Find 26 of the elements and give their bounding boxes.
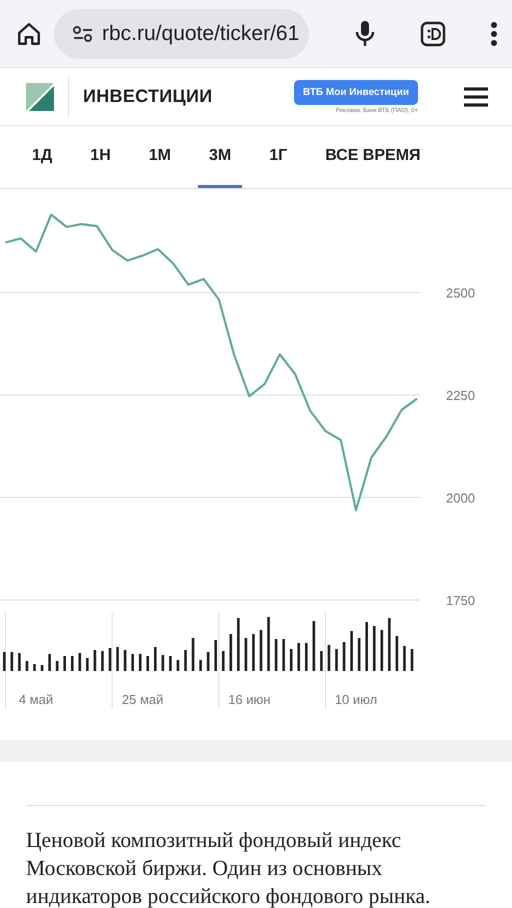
home-icon[interactable] [16,20,42,46]
axis-label: 16 июн [228,692,270,707]
axis-label: 1750 [446,593,475,608]
period-tab[interactable]: 1Н [79,126,122,188]
site-settings-icon [72,24,94,42]
axis-label: 2500 [446,286,475,301]
axis-label: 2000 [446,490,475,506]
tab-switcher-icon[interactable] [420,20,446,46]
address-bar[interactable]: rbc.ru/quote/ticker/61 [54,8,310,58]
url-text: rbc.ru/quote/ticker/61 [102,22,300,46]
period-tab[interactable]: 3М [198,126,242,188]
period-tab[interactable]: 1Г [258,126,298,188]
menu-icon[interactable] [464,86,488,106]
axis-label: 25 май [122,692,164,707]
site-section-title: ИНВЕСТИЦИИ [83,86,212,107]
logo-icon[interactable] [26,82,54,110]
period-tab[interactable]: 1М [138,126,182,188]
index-description: Ценовой композитный фондовый индекс Московской биржи. Один из основных индикаторов российского фондового рынка. [26,827,432,908]
more-options-icon[interactable] [490,20,498,46]
period-tab[interactable]: ВСЕ ВРЕМЯ [314,126,432,188]
microphone-icon[interactable] [354,20,376,48]
period-tab[interactable]: 1Д [21,126,64,188]
ad-button[interactable]: ВТБ Мои Инвестиции [294,80,418,104]
axis-label: 2250 [446,388,475,404]
axis-label: 10 июл [334,692,378,707]
axis-label: 4 май [18,692,54,707]
